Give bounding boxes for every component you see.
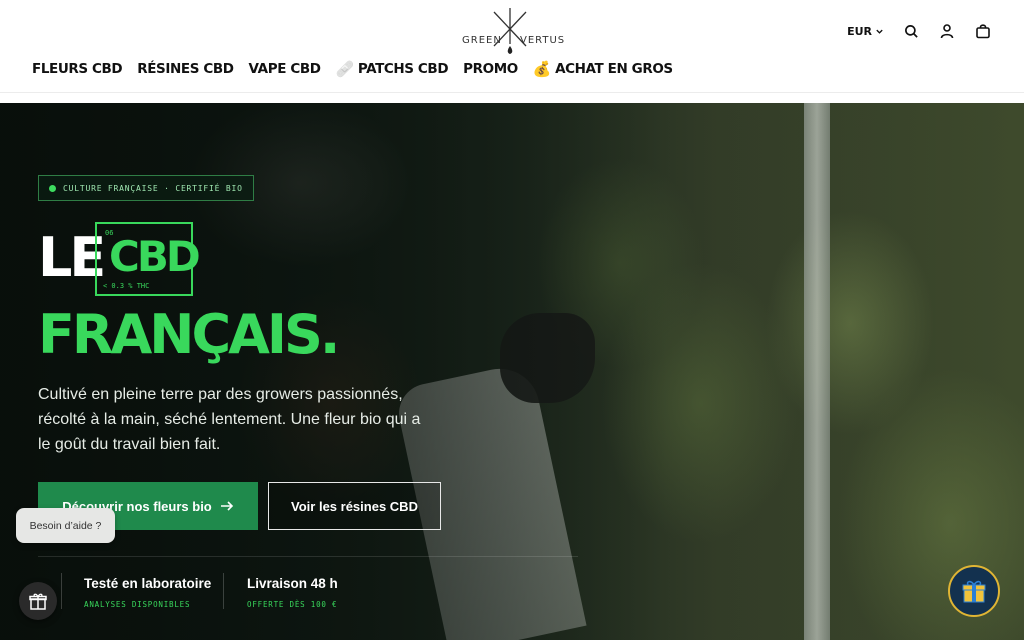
hero-title-francais: FRANÇAIS. — [38, 303, 340, 366]
logo-mark-icon — [493, 8, 527, 54]
main-nav: FLEURS CBD RÉSINES CBD VAPE CBD 🩹 PATCHS … — [32, 60, 673, 78]
cbd-word: CBD — [109, 232, 201, 281]
button-label: Voir les résines CBD — [291, 498, 418, 514]
cart-icon[interactable] — [974, 22, 992, 40]
feature-separator — [61, 573, 62, 609]
badge-dot — [49, 184, 56, 192]
header-utilities: EUR — [847, 22, 992, 40]
hero-divider — [38, 556, 578, 557]
feature-title: Testé en laboratoire — [84, 576, 212, 591]
logo-text-left: GREEN — [462, 35, 502, 46]
badge-text: CULTURE FRANÇAISE · CERTIFIÉ BIO — [63, 183, 243, 193]
nav-label: FLEURS CBD — [32, 61, 123, 77]
nav-label: ACHAT EN GROS — [555, 61, 673, 77]
nav-item-resines[interactable]: RÉSINES CBD — [137, 61, 234, 77]
account-icon[interactable] — [938, 22, 956, 40]
nav-item-patchs[interactable]: 🩹 PATCHS CBD — [336, 60, 449, 78]
logo-text-right: VERTUS — [520, 35, 566, 46]
feature-subtitle: ANALYSES DISPONIBLES — [84, 600, 191, 609]
money-bag-icon: 💰 — [532, 60, 552, 78]
nav-label: PROMO — [463, 61, 518, 77]
feature-delivery: Livraison 48 h OFFERTE DÈS 100 € — [247, 576, 338, 609]
cbd-thc-note: < 0.3 % THC — [103, 282, 150, 290]
help-chat-button[interactable]: Besoin d’aide ? — [16, 508, 115, 543]
nav-label: RÉSINES CBD — [137, 61, 234, 77]
hero-description: Cultivé en pleine terre par des growers … — [38, 386, 421, 453]
hero-banner: CULTURE FRANÇAISE · CERTIFIÉ BIO LE 06 C… — [0, 103, 1024, 640]
feature-subtitle: OFFERTE DÈS 100 € — [247, 600, 338, 609]
feature-separator — [223, 573, 224, 609]
nav-item-fleurs[interactable]: FLEURS CBD — [32, 61, 123, 77]
currency-selector[interactable]: EUR — [847, 25, 884, 38]
nav-item-achat-en-gros[interactable]: 💰 ACHAT EN GROS — [533, 60, 673, 78]
arrow-right-icon — [220, 501, 233, 511]
currency-label: EUR — [847, 24, 872, 38]
nav-label: PATCHS CBD — [357, 61, 449, 77]
nav-label: VAPE CBD — [248, 61, 321, 77]
view-resins-button[interactable]: Voir les résines CBD — [268, 482, 441, 530]
search-icon[interactable] — [902, 22, 920, 40]
help-label: Besoin d’aide ? — [29, 519, 102, 532]
bandage-icon: 🩹 — [335, 60, 355, 78]
logo[interactable]: GREEN VERTUS — [460, 8, 566, 58]
rewards-gift-icon[interactable] — [948, 565, 1000, 617]
nav-item-promo[interactable]: PROMO — [463, 61, 518, 77]
certification-badge: CULTURE FRANÇAISE · CERTIFIÉ BIO — [38, 175, 254, 201]
chevron-down-icon — [876, 29, 883, 34]
cbd-element-box: 06 CBD < 0.3 % THC — [95, 222, 201, 296]
site-header: GREEN VERTUS FLEURS CBD RÉSINES CBD VAPE… — [0, 0, 1024, 93]
feature-lab-tested: Testé en laboratoire ANALYSES DISPONIBLE… — [84, 576, 211, 609]
hero-title-le: LE — [38, 226, 106, 289]
feature-title: Livraison 48 h — [247, 576, 338, 591]
gift-icon[interactable] — [19, 582, 57, 620]
nav-item-vape[interactable]: VAPE CBD — [249, 61, 321, 77]
